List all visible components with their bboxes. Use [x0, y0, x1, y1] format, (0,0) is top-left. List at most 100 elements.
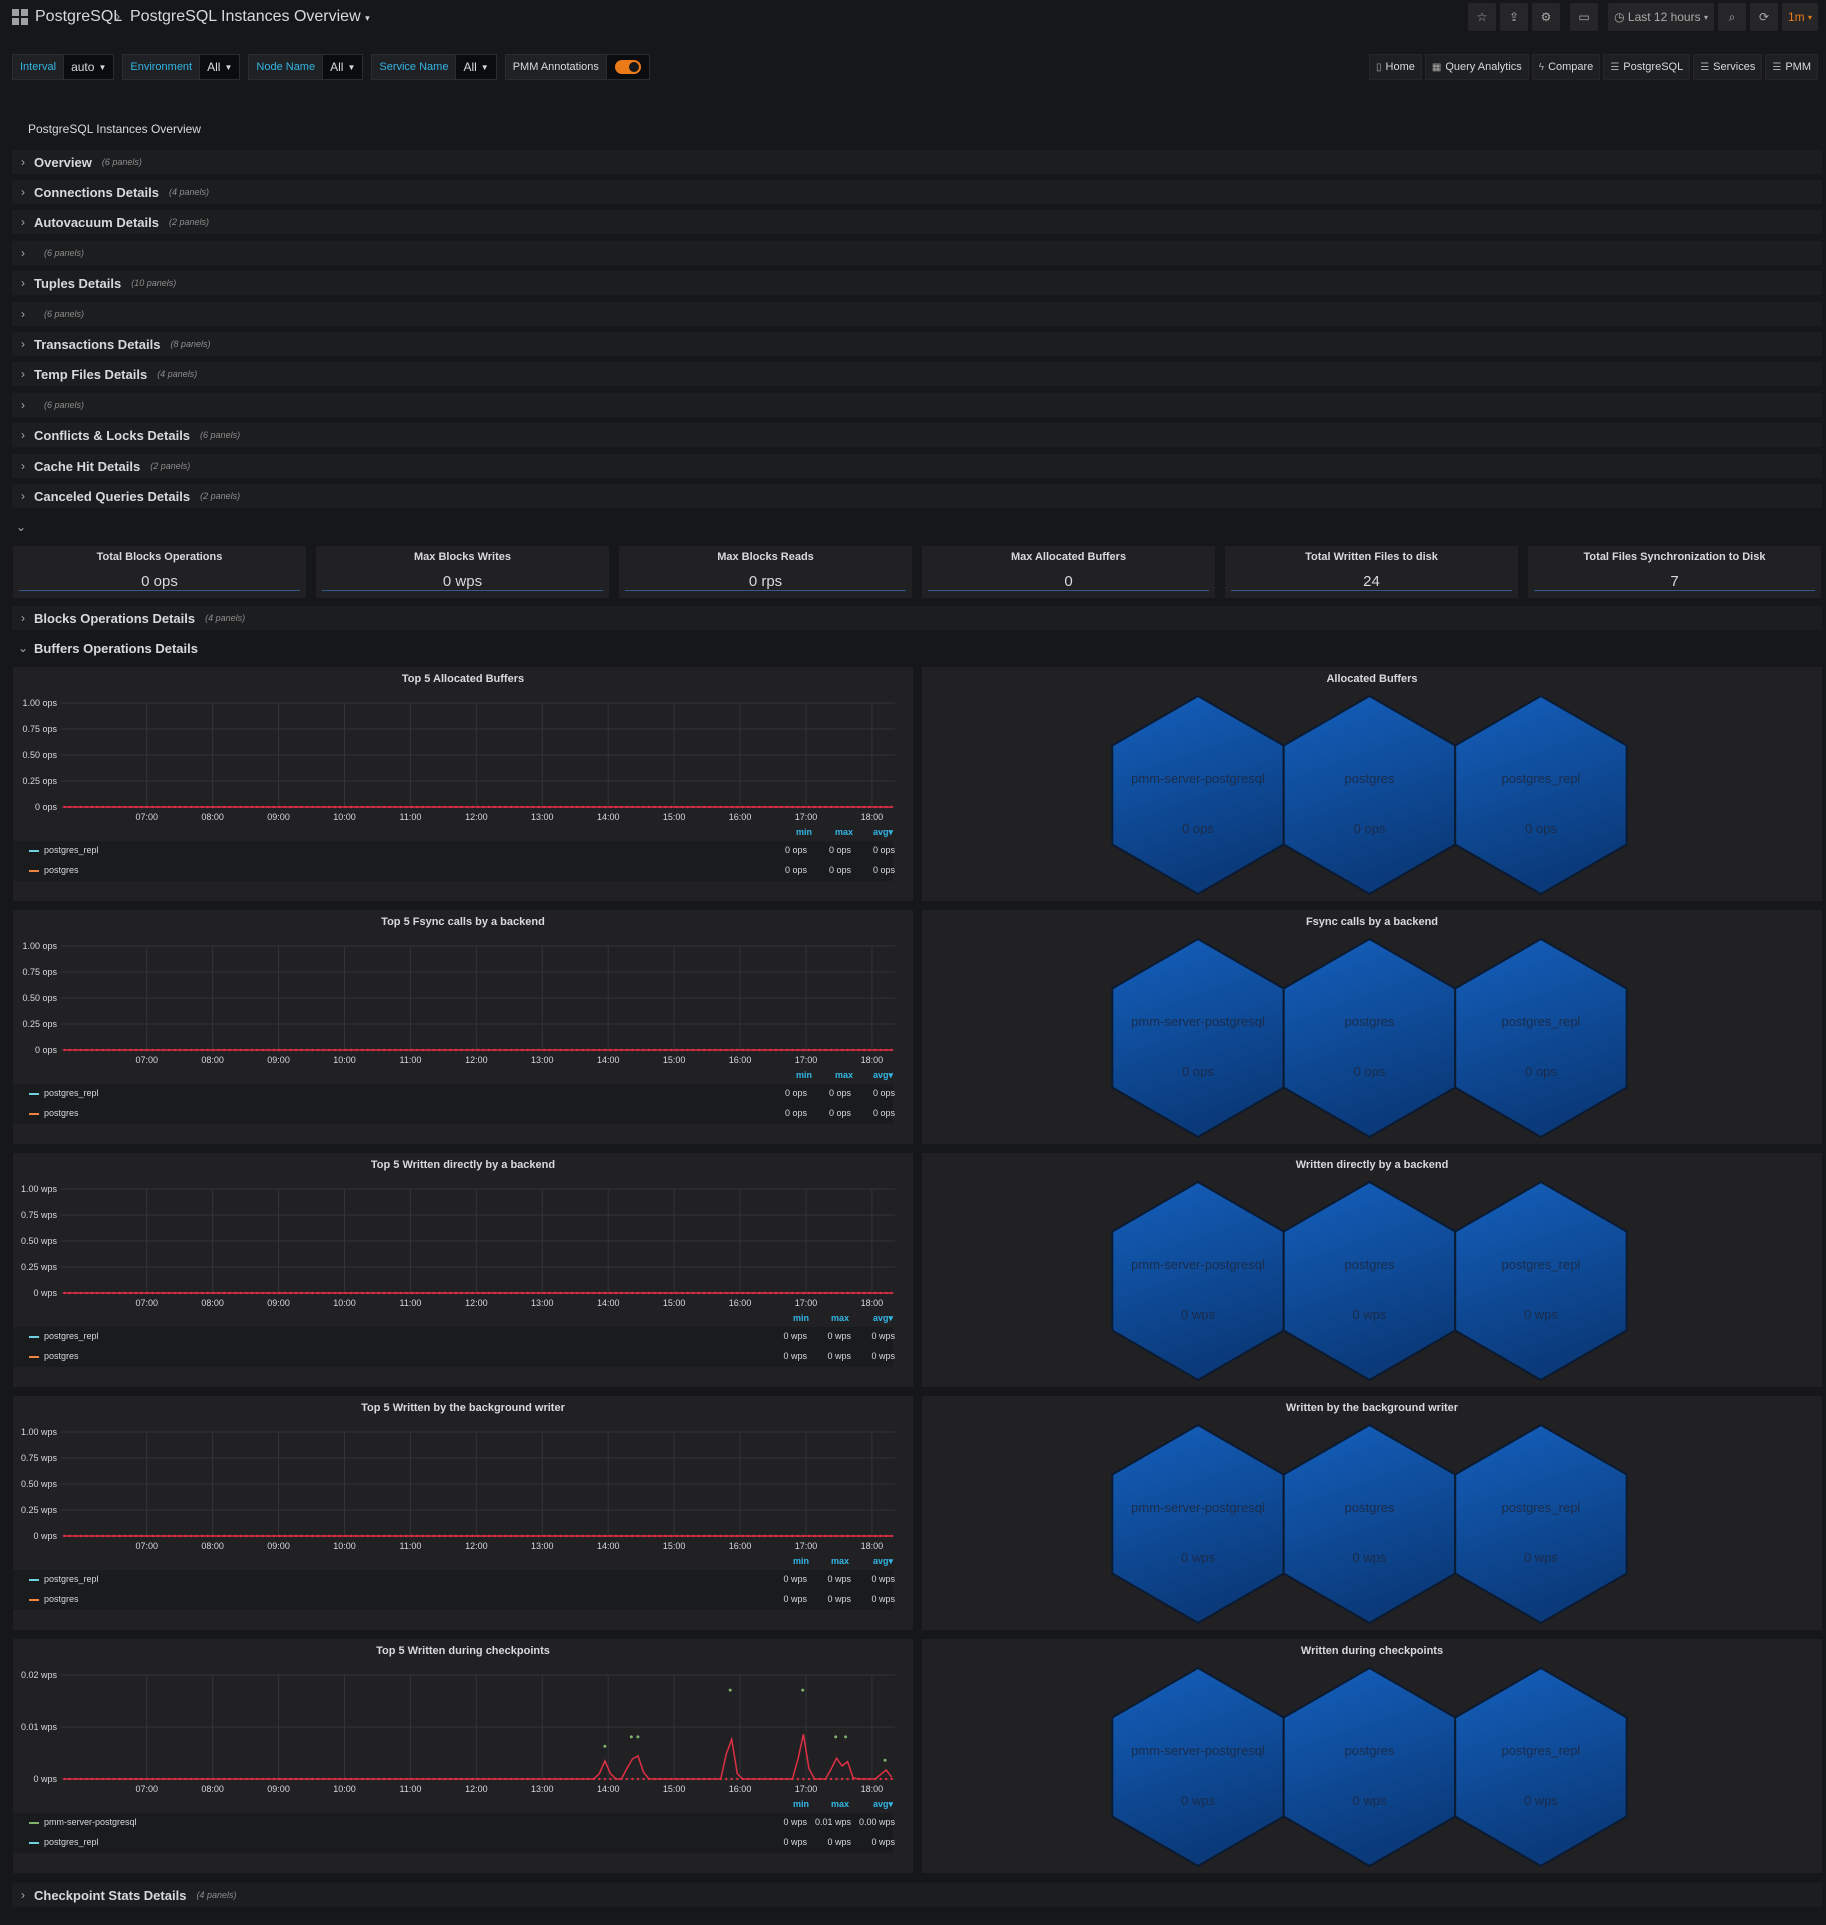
hexagon-cell[interactable] [1282, 1423, 1457, 1625]
variable-node-name-select[interactable]: All ▼ [323, 54, 364, 80]
hexagon-cell[interactable] [1454, 937, 1628, 1139]
legend-header-avg[interactable]: avg▾ [873, 1799, 893, 1810]
variable-interval[interactable]: Interval auto ▼ [12, 54, 115, 80]
hexmap[interactable]: pmm-server-postgresql 0 wps postgres 0 wps p… [922, 1396, 1822, 1630]
hexmap[interactable]: pmm-server-postgresql 0 ops postgres 0 ops p… [922, 910, 1822, 1144]
hexagon-cell[interactable] [1282, 1180, 1457, 1382]
variable-service-name-select[interactable]: All ▼ [456, 54, 497, 80]
variable-environment[interactable]: Environment All ▼ [122, 54, 241, 80]
hexmap[interactable]: pmm-server-postgresql 0 wps postgres 0 wps p… [922, 1153, 1822, 1387]
variable-node-name[interactable]: Node Name All ▼ [248, 54, 364, 80]
hexmap[interactable]: pmm-server-postgresql 0 wps postgres 0 wps p… [922, 1639, 1822, 1873]
legend-header-max[interactable]: max [831, 1556, 849, 1566]
link-postgresql[interactable]: ☰ PostgreSQL [1603, 54, 1691, 80]
dashboard-settings-button[interactable]: ⚙ [1532, 3, 1561, 31]
series-name[interactable]: postgres_repl [44, 1574, 99, 1584]
chevron-down-icon[interactable]: ⌄ [16, 520, 26, 534]
hexagon-cell[interactable] [1111, 1666, 1285, 1868]
row-untitled-3[interactable]: › (6 panels) [12, 393, 1822, 417]
view-mode-button[interactable]: ▭ [1570, 3, 1599, 31]
row-conflicts-locks-details[interactable]: › Conflicts & Locks Details (6 panels) [12, 423, 1822, 447]
row-buffers-operations-details[interactable]: ⌄ Buffers Operations Details [12, 636, 1822, 660]
hexagon-cell[interactable] [1111, 694, 1285, 896]
legend-header-min[interactable]: min [796, 827, 812, 837]
x-tick-label: 16:00 [729, 1298, 752, 1308]
legend-header-max[interactable]: max [831, 1799, 849, 1809]
series-name[interactable]: postgres [44, 1351, 79, 1361]
row-connections-details[interactable]: › Connections Details (4 panels) [12, 180, 1822, 204]
row-transactions-details[interactable]: › Transactions Details (8 panels) [12, 332, 1822, 356]
series-name[interactable]: postgres_repl [44, 1837, 99, 1847]
dashboards-grid-icon[interactable] [12, 9, 28, 25]
share-dashboard-button[interactable]: ⇪ [1500, 3, 1529, 31]
series-name[interactable]: postgres [44, 1594, 79, 1604]
legend-header-min[interactable]: min [793, 1313, 809, 1323]
star-dashboard-button[interactable]: ☆ [1468, 3, 1497, 31]
series-name[interactable]: postgres [44, 865, 79, 875]
hexagon-cell[interactable] [1454, 694, 1628, 896]
link-services[interactable]: ☰ Services [1693, 54, 1763, 80]
refresh-interval-picker[interactable]: 1m ▾ [1781, 3, 1818, 31]
legend-header-avg[interactable]: avg▾ [873, 1070, 893, 1081]
row-temp-files-details[interactable]: › Temp Files Details (4 panels) [12, 362, 1822, 386]
legend-header-avg[interactable]: avg▾ [873, 1556, 893, 1567]
legend-header-max[interactable]: max [835, 1070, 853, 1080]
time-picker-button[interactable]: ◷ Last 12 hours ▾ [1608, 3, 1714, 31]
refresh-button[interactable]: ⟳ [1749, 3, 1778, 31]
legend-row[interactable]: postgres 0 ops 0 ops 0 ops [13, 1104, 895, 1124]
variable-service-name[interactable]: Service Name All ▼ [371, 54, 497, 80]
legend-row[interactable]: postgres_repl 0 wps 0 wps 0 wps [13, 1570, 895, 1590]
row-tuples-details[interactable]: › Tuples Details (10 panels) [12, 271, 1822, 295]
legend-row[interactable]: postgres_repl 0 wps 0 wps 0 wps [13, 1327, 895, 1347]
variable-environment-select[interactable]: All ▼ [200, 54, 241, 80]
hexagon-cell[interactable] [1282, 694, 1457, 896]
row-blocks-operations-details[interactable]: › Blocks Operations Details (4 panels) [12, 606, 1822, 630]
legend-header-max[interactable]: max [831, 1313, 849, 1323]
hexagon-cell[interactable] [1111, 937, 1285, 1139]
series-name[interactable]: postgres_repl [44, 845, 99, 855]
variable-interval-select[interactable]: auto ▼ [64, 54, 115, 80]
row-untitled-2[interactable]: › (6 panels) [12, 302, 1822, 326]
hexmap[interactable]: pmm-server-postgresql 0 ops postgres 0 ops p… [922, 667, 1822, 901]
series-name[interactable]: pmm-server-postgresql [44, 1817, 137, 1827]
legend-header-min[interactable]: min [793, 1799, 809, 1809]
legend-row[interactable]: postgres_repl 0 ops 0 ops 0 ops [13, 1084, 895, 1104]
legend-row[interactable]: postgres 0 wps 0 wps 0 wps [13, 1590, 895, 1610]
row-overview[interactable]: › Overview (6 panels) [12, 150, 1822, 174]
legend-row[interactable]: postgres 0 wps 0 wps 0 wps [13, 1347, 895, 1367]
hexagon-cell[interactable] [1282, 1666, 1457, 1868]
hexagon-cell[interactable] [1111, 1423, 1285, 1625]
annotations-toggle[interactable] [614, 60, 641, 74]
hexagon-cell[interactable] [1454, 1423, 1628, 1625]
legend-row[interactable]: postgres_repl 0 wps 0 wps 0 wps [13, 1833, 895, 1853]
row-autovacuum-details[interactable]: › Autovacuum Details (2 panels) [12, 210, 1822, 234]
legend-header-min[interactable]: min [793, 1556, 809, 1566]
link-compare[interactable]: ϟ Compare [1531, 54, 1601, 80]
legend-row[interactable]: postgres 0 ops 0 ops 0 ops [13, 861, 895, 881]
hexagon-cell[interactable] [1111, 1180, 1285, 1382]
hexagon-cell[interactable] [1454, 1180, 1628, 1382]
breadcrumb-folder[interactable]: PostgreSQL [35, 8, 122, 26]
row-untitled-1[interactable]: › (6 panels) [12, 241, 1822, 265]
legend-row[interactable]: pmm-server-postgresql 0 wps 0.01 wps 0.00 w… [13, 1813, 895, 1833]
legend-row[interactable]: postgres_repl 0 ops 0 ops 0 ops [13, 841, 895, 861]
dashboard-title-dropdown[interactable]: PostgreSQL Instances Overview ▾ [130, 8, 370, 26]
row-checkpoint-stats-details[interactable]: › Checkpoint Stats Details (4 panels) [12, 1883, 1822, 1907]
link-home[interactable]: ▯ Home [1369, 54, 1422, 80]
legend-header-min[interactable]: min [796, 1070, 812, 1080]
data-point [256, 1048, 259, 1052]
hexagon-cell[interactable] [1282, 937, 1457, 1139]
data-point [658, 805, 662, 809]
zoom-out-button[interactable]: ⌕ [1717, 3, 1746, 31]
series-name[interactable]: postgres_repl [44, 1088, 99, 1098]
series-name[interactable]: postgres_repl [44, 1331, 99, 1341]
legend-header-avg[interactable]: avg▾ [873, 1313, 893, 1324]
link-pmm[interactable]: ☰ PMM [1765, 54, 1818, 80]
hexagon-cell[interactable] [1454, 1666, 1628, 1868]
legend-header-max[interactable]: max [835, 827, 853, 837]
series-name[interactable]: postgres [44, 1108, 79, 1118]
row-cache-hit-details[interactable]: › Cache Hit Details (2 panels) [12, 454, 1822, 478]
link-query-analytics[interactable]: ▦ Query Analytics [1424, 54, 1529, 80]
legend-header-avg[interactable]: avg▾ [873, 827, 893, 838]
row-canceled-queries-details[interactable]: › Canceled Queries Details (2 panels) [12, 484, 1822, 508]
